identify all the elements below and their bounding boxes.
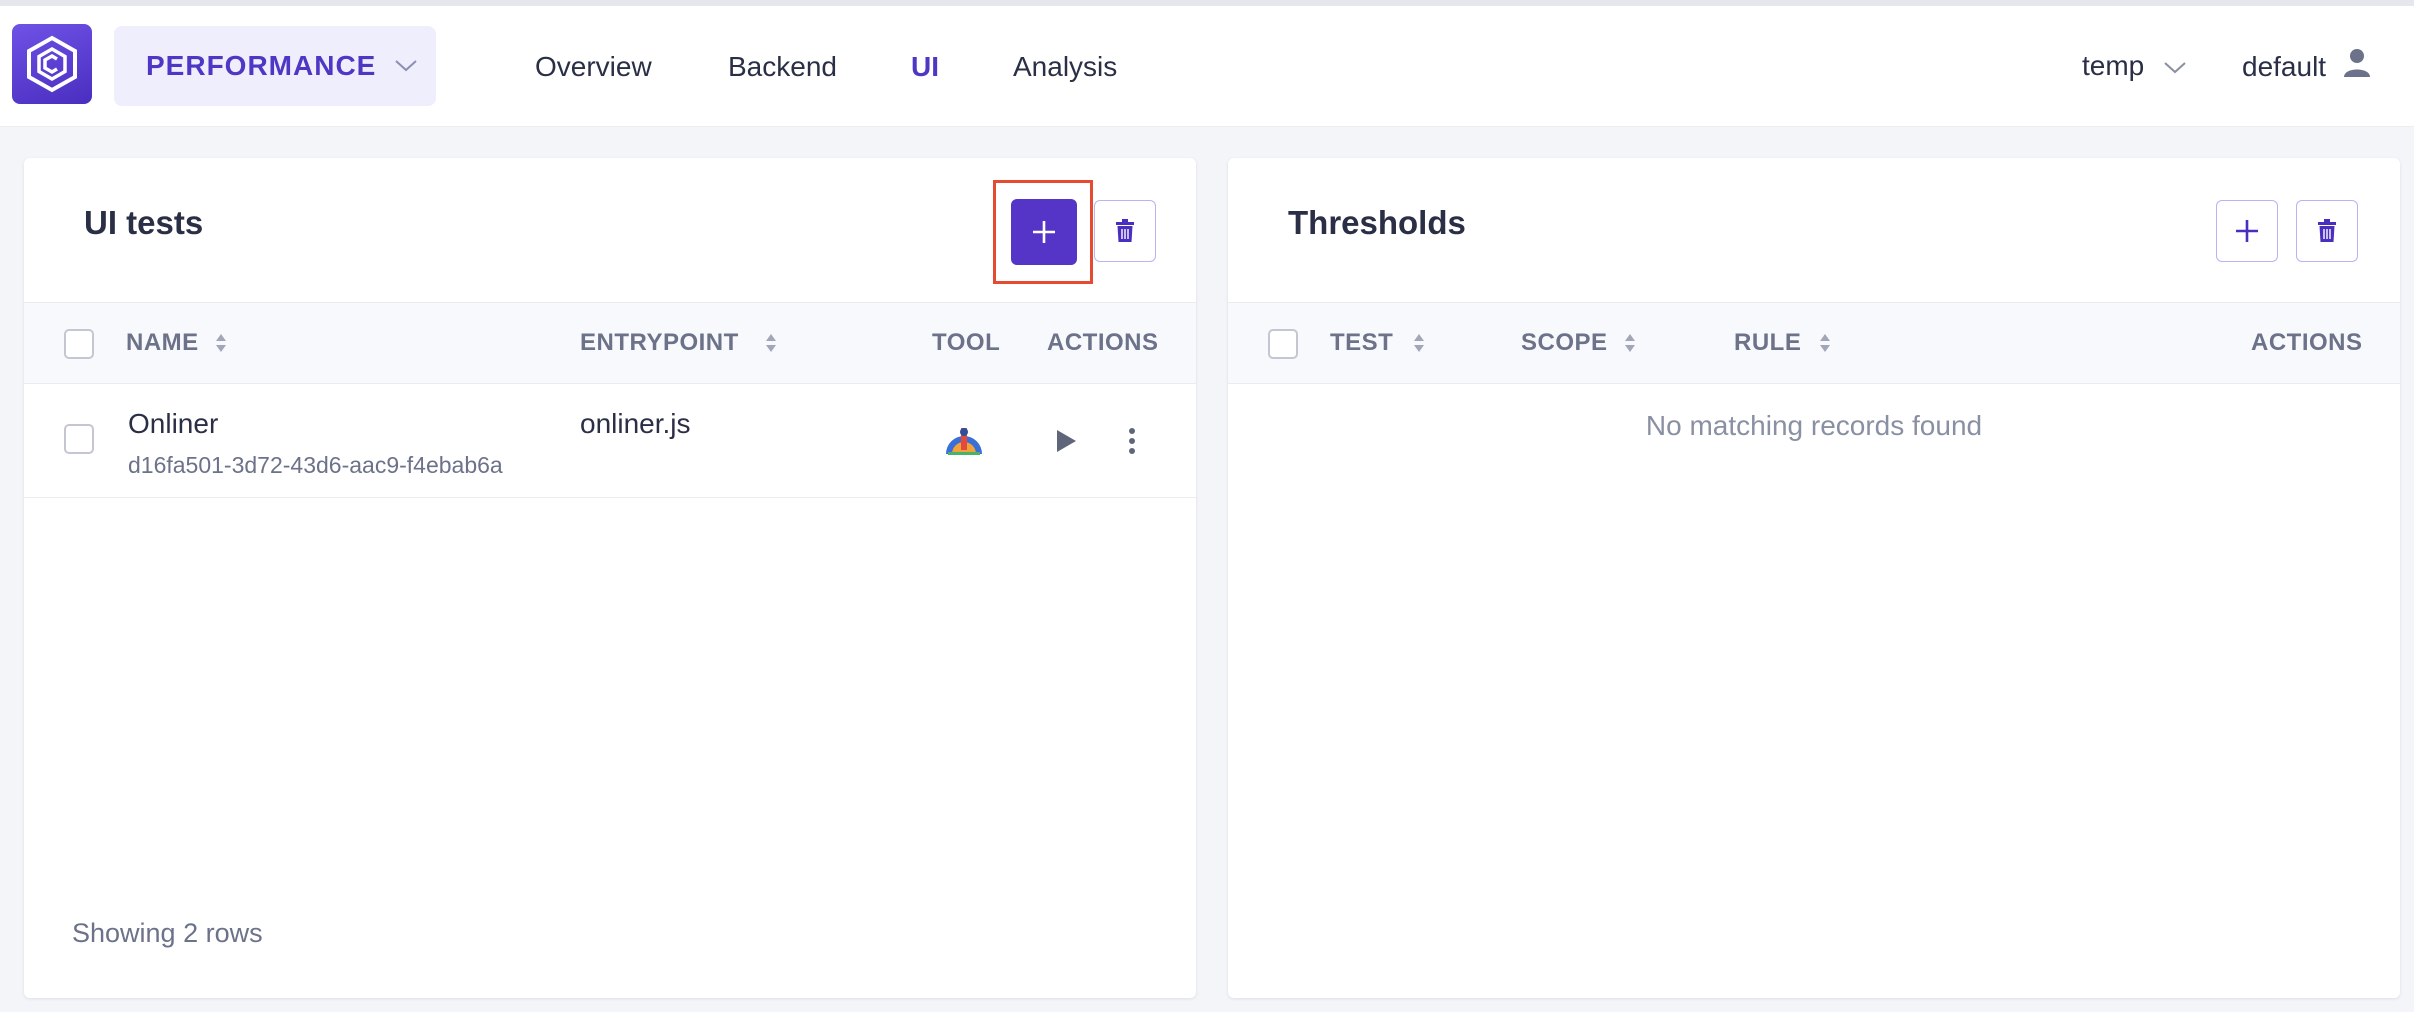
ui-tests-card: UI tests NAME ENTRYPOINT TOOL ACTIONS On… — [24, 158, 1196, 998]
sitespeed-icon — [946, 428, 982, 455]
rows-count: Showing 2 rows — [72, 918, 263, 948]
user-menu[interactable]: default — [2242, 48, 2371, 83]
add-test-button[interactable] — [1011, 199, 1077, 265]
sort-icon — [1414, 334, 1425, 352]
project-selector[interactable]: PERFORMANCE — [114, 26, 436, 106]
column-entrypoint[interactable]: ENTRYPOINT — [580, 329, 777, 357]
trash-icon — [1116, 219, 1134, 242]
plus-icon — [2236, 220, 2258, 242]
sort-icon — [765, 334, 776, 352]
test-id: d16fa501-3d72-43d6-aac9-f4ebab6a — [128, 452, 503, 478]
cube-logo-icon — [27, 35, 77, 93]
nav-ui[interactable]: UI — [911, 51, 939, 83]
column-actions: ACTIONS — [2251, 329, 2363, 357]
column-entrypoint-label: ENTRYPOINT — [580, 329, 739, 356]
column-actions: ACTIONS — [1047, 329, 1159, 357]
app-logo[interactable] — [12, 24, 92, 104]
row-checkbox[interactable] — [64, 424, 94, 454]
column-tool-label: TOOL — [932, 329, 1001, 356]
env-label: temp — [2082, 50, 2145, 81]
trash-icon — [2318, 219, 2336, 242]
user-name: default — [2242, 51, 2327, 82]
delete-threshold-button[interactable] — [2296, 200, 2358, 262]
column-name-label: NAME — [126, 329, 199, 356]
ui-tests-title: UI tests — [84, 204, 204, 241]
play-icon[interactable] — [1055, 429, 1077, 453]
test-name[interactable]: Onliner — [128, 408, 218, 440]
column-rule-label: RULE — [1734, 329, 1802, 356]
sort-icon — [1624, 334, 1635, 352]
add-threshold-button[interactable] — [2216, 200, 2278, 262]
thresholds-table-header: TEST SCOPE RULE ACTIONS — [1228, 302, 2400, 384]
thresholds-title: Thresholds — [1288, 204, 1466, 241]
column-scope[interactable]: SCOPE — [1521, 329, 1636, 357]
nav-overview[interactable]: Overview — [535, 51, 652, 83]
test-entrypoint: onliner.js — [580, 408, 691, 439]
chevron-down-icon — [2164, 62, 2186, 74]
env-selector[interactable]: temp — [2082, 50, 2187, 82]
table-row[interactable]: Onliner d16fa501-3d72-43d6-aac9-f4ebab6a… — [24, 384, 1196, 498]
column-scope-label: SCOPE — [1521, 329, 1608, 356]
app-header: PERFORMANCE Overview Backend UI Analysis… — [0, 6, 2414, 127]
select-all-checkbox[interactable] — [1268, 329, 1298, 359]
column-actions-label: ACTIONS — [2251, 329, 2363, 356]
column-test[interactable]: TEST — [1330, 329, 1425, 357]
column-actions-label: ACTIONS — [1047, 329, 1159, 356]
sort-icon — [215, 334, 226, 352]
project-label: PERFORMANCE — [146, 50, 377, 81]
chevron-down-icon — [395, 60, 418, 72]
sort-icon — [1820, 334, 1831, 352]
nav-backend[interactable]: Backend — [728, 51, 837, 83]
ui-tests-table-header: NAME ENTRYPOINT TOOL ACTIONS — [24, 302, 1196, 384]
column-rule[interactable]: RULE — [1734, 329, 1831, 357]
delete-test-button[interactable] — [1094, 200, 1156, 262]
user-icon — [2343, 49, 2370, 77]
plus-icon — [1033, 221, 1055, 243]
column-test-label: TEST — [1330, 329, 1394, 356]
column-name[interactable]: NAME — [126, 329, 227, 357]
nav-analysis[interactable]: Analysis — [1013, 51, 1117, 83]
empty-state-message: No matching records found — [1645, 410, 1983, 441]
thresholds-card: Thresholds TEST SCOPE RULE ACTIONS No ma… — [1228, 158, 2400, 998]
more-options-icon[interactable] — [1128, 428, 1136, 454]
select-all-checkbox[interactable] — [64, 329, 94, 359]
column-tool: TOOL — [932, 329, 1000, 357]
